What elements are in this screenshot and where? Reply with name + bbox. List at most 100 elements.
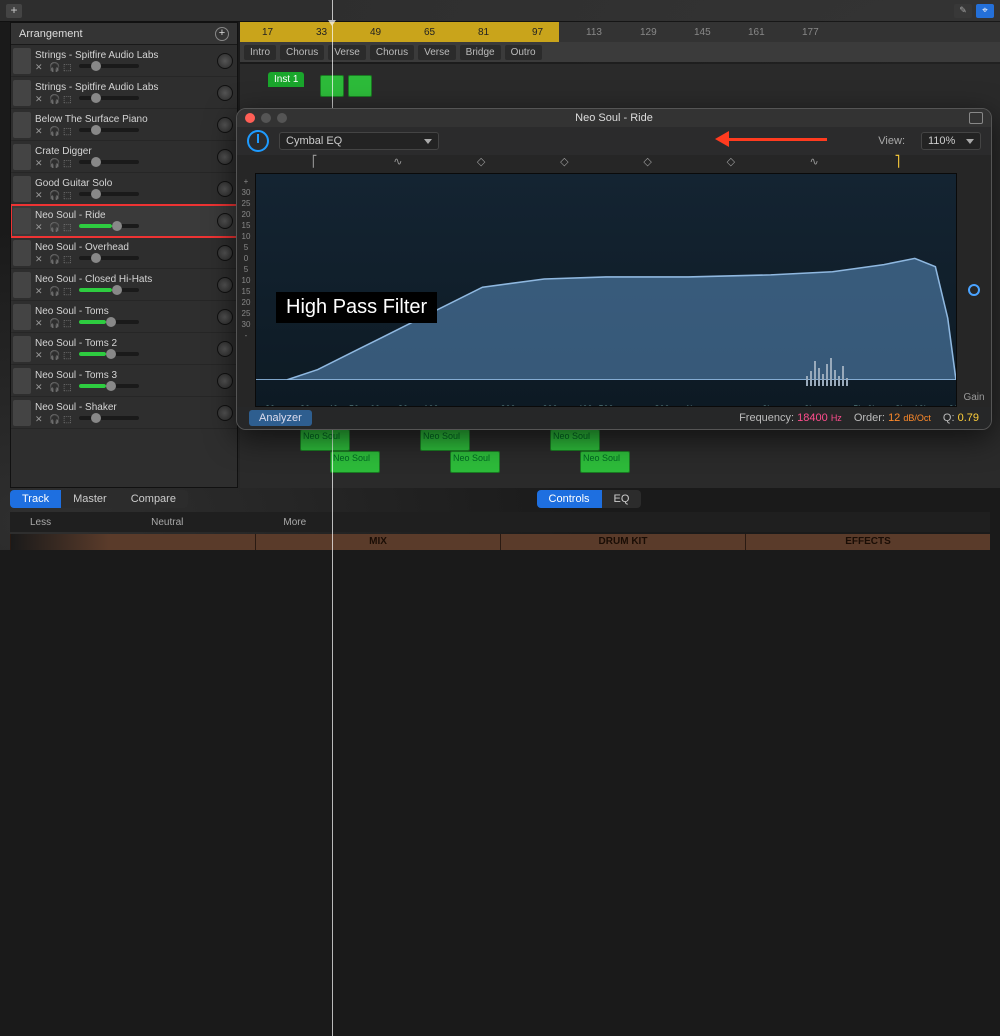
mute-button[interactable]: ✕ <box>35 62 45 72</box>
solo-button[interactable]: 🎧 <box>49 126 59 136</box>
arrangement-marker[interactable]: Chorus <box>280 45 324 60</box>
solo-button[interactable]: 🎧 <box>49 414 59 424</box>
record-button[interactable]: ⬚ <box>63 286 73 296</box>
volume-slider[interactable] <box>79 96 139 100</box>
solo-button[interactable]: 🎧 <box>49 190 59 200</box>
mute-button[interactable]: ✕ <box>35 414 45 424</box>
order-readout[interactable]: Order: 12 dB/Oct <box>854 412 931 424</box>
bell-band-icon[interactable]: ◇ <box>606 155 689 173</box>
volume-slider[interactable] <box>79 416 139 420</box>
track-header[interactable]: Neo Soul - Toms 3 ✕ 🎧 ⬚ <box>11 365 237 397</box>
mute-button[interactable]: ✕ <box>35 254 45 264</box>
segment-tab[interactable]: Controls <box>537 490 602 508</box>
track-header[interactable]: Neo Soul - Toms 2 ✕ 🎧 ⬚ <box>11 333 237 365</box>
expand-icon[interactable] <box>969 112 983 124</box>
volume-slider[interactable] <box>79 384 139 388</box>
pan-knob[interactable] <box>217 277 233 293</box>
track-header[interactable]: Below The Surface Piano ✕ 🎧 ⬚ <box>11 109 237 141</box>
pan-knob[interactable] <box>217 341 233 357</box>
automation-tool-icon[interactable]: ✎ <box>954 4 972 18</box>
bar-ruler[interactable]: 173349658197113129145161177 <box>240 22 1000 42</box>
eq-graph[interactable]: High Pass Filter 20304050608010020030040… <box>255 173 957 407</box>
smart-controls-pane[interactable] <box>10 534 255 550</box>
lowshelf-band-icon[interactable]: ∿ <box>356 155 439 173</box>
record-button[interactable]: ⬚ <box>63 414 73 424</box>
arrangement-marker[interactable]: Verse <box>328 45 366 60</box>
pan-knob[interactable] <box>217 181 233 197</box>
volume-slider[interactable] <box>79 352 139 356</box>
lp-band-icon[interactable]: ⎤ <box>856 155 939 173</box>
solo-button[interactable]: 🎧 <box>49 62 59 72</box>
zoom-icon[interactable] <box>277 113 287 123</box>
audio-region[interactable]: Neo Soul <box>580 451 630 473</box>
solo-button[interactable]: 🎧 <box>49 350 59 360</box>
solo-button[interactable]: 🎧 <box>49 382 59 392</box>
mute-button[interactable]: ✕ <box>35 350 45 360</box>
freq-readout[interactable]: Frequency: 18400 Hz <box>739 412 842 424</box>
arrangement-markers[interactable]: IntroChorusVerseChorusVerseBridgeOutro <box>240 42 1000 62</box>
volume-slider[interactable] <box>79 288 139 292</box>
smart-controls-pane[interactable]: DRUM KIT <box>500 534 745 550</box>
analyzer-button[interactable]: Analyzer <box>249 410 312 426</box>
mute-button[interactable]: ✕ <box>35 94 45 104</box>
record-button[interactable]: ⬚ <box>63 94 73 104</box>
mute-button[interactable]: ✕ <box>35 286 45 296</box>
bell-band-icon[interactable]: ◇ <box>689 155 772 173</box>
track-header[interactable]: Neo Soul - Shaker ✕ 🎧 ⬚ <box>11 397 237 429</box>
arrangement-marker[interactable]: Intro <box>244 45 276 60</box>
track-master-segment[interactable]: TrackMasterCompare <box>10 490 188 508</box>
pan-knob[interactable] <box>217 373 233 389</box>
solo-button[interactable]: 🎧 <box>49 318 59 328</box>
add-arrangement-button[interactable]: + <box>215 27 229 41</box>
view-zoom-selector[interactable]: 110% <box>921 132 981 150</box>
preset-selector[interactable]: Cymbal EQ <box>279 132 439 150</box>
solo-button[interactable]: 🎧 <box>49 286 59 296</box>
mute-button[interactable]: ✕ <box>35 158 45 168</box>
record-button[interactable]: ⬚ <box>63 62 73 72</box>
smart-controls-pane[interactable]: MIX <box>255 534 500 550</box>
record-button[interactable]: ⬚ <box>63 382 73 392</box>
segment-tab[interactable]: Compare <box>119 490 188 508</box>
pan-knob[interactable] <box>217 213 233 229</box>
mute-button[interactable]: ✕ <box>35 382 45 392</box>
minimize-icon[interactable] <box>261 113 271 123</box>
track-header[interactable]: Neo Soul - Closed Hi-Hats ✕ 🎧 ⬚ <box>11 269 237 301</box>
volume-slider[interactable] <box>79 160 139 164</box>
record-button[interactable]: ⬚ <box>63 350 73 360</box>
mute-button[interactable]: ✕ <box>35 126 45 136</box>
snap-tool-icon[interactable]: ⌖ <box>976 4 994 18</box>
record-button[interactable]: ⬚ <box>63 254 73 264</box>
arrangement-marker[interactable]: Verse <box>418 45 456 60</box>
pan-knob[interactable] <box>217 117 233 133</box>
solo-button[interactable]: 🎧 <box>49 254 59 264</box>
highshelf-band-icon[interactable]: ∿ <box>773 155 856 173</box>
segment-tab[interactable]: Track <box>10 490 61 508</box>
track-header[interactable]: Strings - Spitfire Audio Labs ✕ 🎧 ⬚ <box>11 45 237 77</box>
track-header[interactable]: Neo Soul - Toms ✕ 🎧 ⬚ <box>11 301 237 333</box>
add-track-button[interactable]: + <box>6 4 22 18</box>
q-readout[interactable]: Q: 0.79 <box>943 412 979 424</box>
record-button[interactable]: ⬚ <box>63 318 73 328</box>
mute-button[interactable]: ✕ <box>35 190 45 200</box>
pan-knob[interactable] <box>217 309 233 325</box>
solo-button[interactable]: 🎧 <box>49 94 59 104</box>
solo-button[interactable]: 🎧 <box>49 222 59 232</box>
close-icon[interactable] <box>245 113 255 123</box>
track-header[interactable]: Strings - Spitfire Audio Labs ✕ 🎧 ⬚ <box>11 77 237 109</box>
record-button[interactable]: ⬚ <box>63 158 73 168</box>
record-button[interactable]: ⬚ <box>63 190 73 200</box>
mute-button[interactable]: ✕ <box>35 318 45 328</box>
audio-region[interactable]: Neo Soul <box>330 451 380 473</box>
volume-slider[interactable] <box>79 256 139 260</box>
arrangement-marker[interactable]: Chorus <box>370 45 414 60</box>
volume-slider[interactable] <box>79 224 139 228</box>
solo-button[interactable]: 🎧 <box>49 158 59 168</box>
arrangement-marker[interactable]: Bridge <box>460 45 501 60</box>
pan-knob[interactable] <box>217 405 233 421</box>
audio-region[interactable]: Neo Soul <box>450 451 500 473</box>
bell-band-icon[interactable]: ◇ <box>440 155 523 173</box>
segment-tab[interactable]: EQ <box>602 490 642 508</box>
pan-knob[interactable] <box>217 53 233 69</box>
bell-band-icon[interactable]: ◇ <box>523 155 606 173</box>
eq-curve[interactable] <box>256 174 956 380</box>
